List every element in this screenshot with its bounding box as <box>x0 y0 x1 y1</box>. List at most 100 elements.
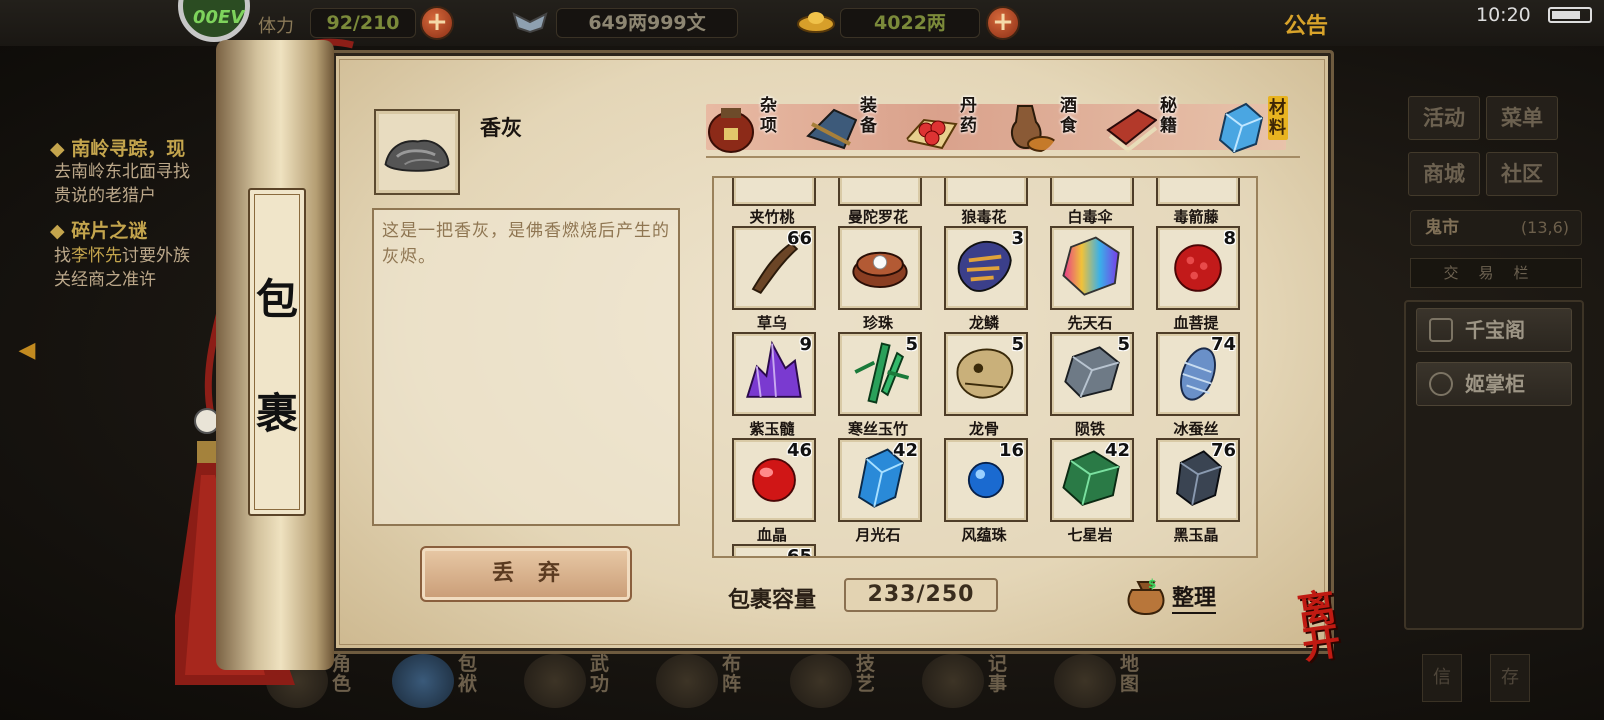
community-button[interactable]: 社区 <box>1486 152 1558 196</box>
stamina-value: 92/210 <box>310 8 416 38</box>
mall-button[interactable]: 商城 <box>1408 152 1480 196</box>
selected-item-thumb <box>374 109 460 195</box>
item-name: 血晶 <box>756 526 787 544</box>
item-slot[interactable]: 66 <box>732 226 816 310</box>
sort-button[interactable]: $ 整理 <box>1124 574 1234 618</box>
skills-icon <box>790 654 852 708</box>
quest-title-1-text: 南岭寻踪，现 <box>71 138 186 160</box>
money-bag-icon: $ <box>1127 577 1165 616</box>
map-icon <box>1054 654 1116 708</box>
item-slot[interactable] <box>838 178 922 206</box>
item-slot[interactable]: 5 <box>838 332 922 416</box>
collapse-arrow-icon[interactable]: ◀ <box>12 336 42 366</box>
item-count: 5 <box>905 334 918 355</box>
item-slot[interactable]: 9 <box>732 332 816 416</box>
quest-desc-2: 找李怀先讨要外族 关经商之准许 <box>54 244 190 292</box>
location-name: 鬼市 <box>1425 218 1459 238</box>
capacity-value: 233/250 <box>844 578 998 612</box>
npc-link[interactable]: 李怀先 <box>71 246 122 266</box>
item-slot[interactable] <box>1050 226 1134 310</box>
item-name: 血菩提 <box>1173 314 1219 332</box>
tab-equipment[interactable]: 装备 <box>804 94 900 160</box>
item-slot[interactable]: 76 <box>1156 438 1240 522</box>
bag-title-char-2: 裹 <box>255 389 298 438</box>
item-slot[interactable]: 8 <box>1156 226 1240 310</box>
item-slot[interactable]: 5 <box>944 332 1028 416</box>
pills-icon <box>904 118 958 150</box>
activity-button[interactable]: 活动 <box>1408 96 1480 140</box>
journal-icon <box>922 654 984 708</box>
scroll-title-plate <box>248 188 306 516</box>
discard-button[interactable]: 丢弃 <box>420 546 632 602</box>
nav-formation-label: 布阵 <box>722 653 742 695</box>
nav-map-label: 地图 <box>1120 653 1140 695</box>
nav-martial-label: 武功 <box>590 653 610 695</box>
item-slot[interactable] <box>1156 178 1240 206</box>
item-name: 毒箭藤 <box>1173 208 1219 226</box>
add-stamina-button[interactable]: + <box>420 6 454 40</box>
silver-value: 649两999文 <box>556 8 738 38</box>
npc-qianbaoge-button[interactable]: 千宝阁 <box>1416 308 1572 352</box>
item-name: 寒丝玉竹 <box>847 420 908 438</box>
item-name: 紫玉髓 <box>749 420 795 438</box>
notice-button[interactable]: 公告 <box>1284 8 1328 40</box>
silver-coin-icon <box>512 12 548 34</box>
armor-icon <box>806 108 858 150</box>
npc-jizhanggui-label: 姬掌柜 <box>1465 372 1525 396</box>
item-count: 8 <box>1223 228 1236 249</box>
quest-title-2-text: 碎片之谜 <box>71 220 148 242</box>
tab-food[interactable]: 酒食 <box>1004 94 1100 160</box>
item-name: 狼毒花 <box>961 208 1007 226</box>
item-slot[interactable]: 74 <box>1156 332 1240 416</box>
item-slot[interactable]: 42 <box>1050 438 1134 522</box>
quest-title-1[interactable]: ◆ 南岭寻踪，现 <box>50 134 185 161</box>
quest-title-2[interactable]: ◆ 碎片之谜 <box>50 216 147 243</box>
tab-manuals-label: 秘籍 <box>1160 96 1177 136</box>
item-slot[interactable]: 46 <box>732 438 816 522</box>
item-slot[interactable] <box>838 226 922 310</box>
sort-label: 整理 <box>1172 580 1217 614</box>
item-slot[interactable]: 3 <box>944 226 1028 310</box>
svg-text:$: $ <box>1148 577 1156 591</box>
menu-button[interactable]: 菜单 <box>1486 96 1558 140</box>
tab-misc[interactable]: 杂项 <box>704 94 800 160</box>
item-name: 龙骨 <box>968 420 999 438</box>
item-slot[interactable]: 42 <box>838 438 922 522</box>
game-screen: 00EV 体力 92/210 + 649两999文 4022两 + 公告 10:… <box>0 0 1604 720</box>
item-count: 46 <box>786 440 812 461</box>
item-count: 16 <box>998 440 1024 461</box>
tab-materials[interactable]: 材料 <box>1212 94 1308 160</box>
books-icon <box>1106 108 1158 153</box>
item-count: 3 <box>1011 228 1024 249</box>
quest-desc-1-line2: 贵说的老猎户 <box>54 186 156 206</box>
item-slot[interactable]: 16 <box>944 438 1028 522</box>
player-level: 00EV <box>193 7 245 28</box>
wine-jug-icon <box>1010 105 1057 152</box>
tab-pills[interactable]: 丹药 <box>904 94 1000 160</box>
item-count: 9 <box>799 334 812 355</box>
leave-button[interactable]: 离开 <box>1295 584 1374 668</box>
item-slot[interactable]: 5 <box>1050 332 1134 416</box>
trade-tabs[interactable]: 交易栏 <box>1410 258 1582 288</box>
blue-ore-icon <box>1218 102 1264 154</box>
add-gold-button[interactable]: + <box>986 6 1020 40</box>
tab-equipment-label: 装备 <box>860 96 877 136</box>
tab-pills-label: 丹药 <box>960 96 977 136</box>
quest-desc-2-pre: 找 <box>54 246 71 266</box>
npc-jizhanggui-button[interactable]: 姬掌柜 <box>1416 362 1572 406</box>
item-slot[interactable] <box>1050 178 1134 206</box>
item-slot[interactable] <box>944 178 1028 206</box>
item-slot[interactable] <box>732 178 816 206</box>
item-slot[interactable]: 65 <box>732 544 816 558</box>
nav-skills-label: 技艺 <box>856 653 876 695</box>
martial-icon <box>524 654 586 708</box>
pearl-icon <box>852 251 908 288</box>
item-count: 42 <box>1104 440 1130 461</box>
storage-button[interactable]: 存 <box>1490 654 1530 702</box>
item-count: 65 <box>786 546 812 558</box>
item-name: 草乌 <box>756 314 787 332</box>
mail-button[interactable]: 信 <box>1422 654 1462 702</box>
tab-manuals[interactable]: 秘籍 <box>1104 94 1200 160</box>
nav-bag-label: 包袱 <box>458 653 478 695</box>
tab-materials-label: 材料 <box>1268 96 1288 140</box>
